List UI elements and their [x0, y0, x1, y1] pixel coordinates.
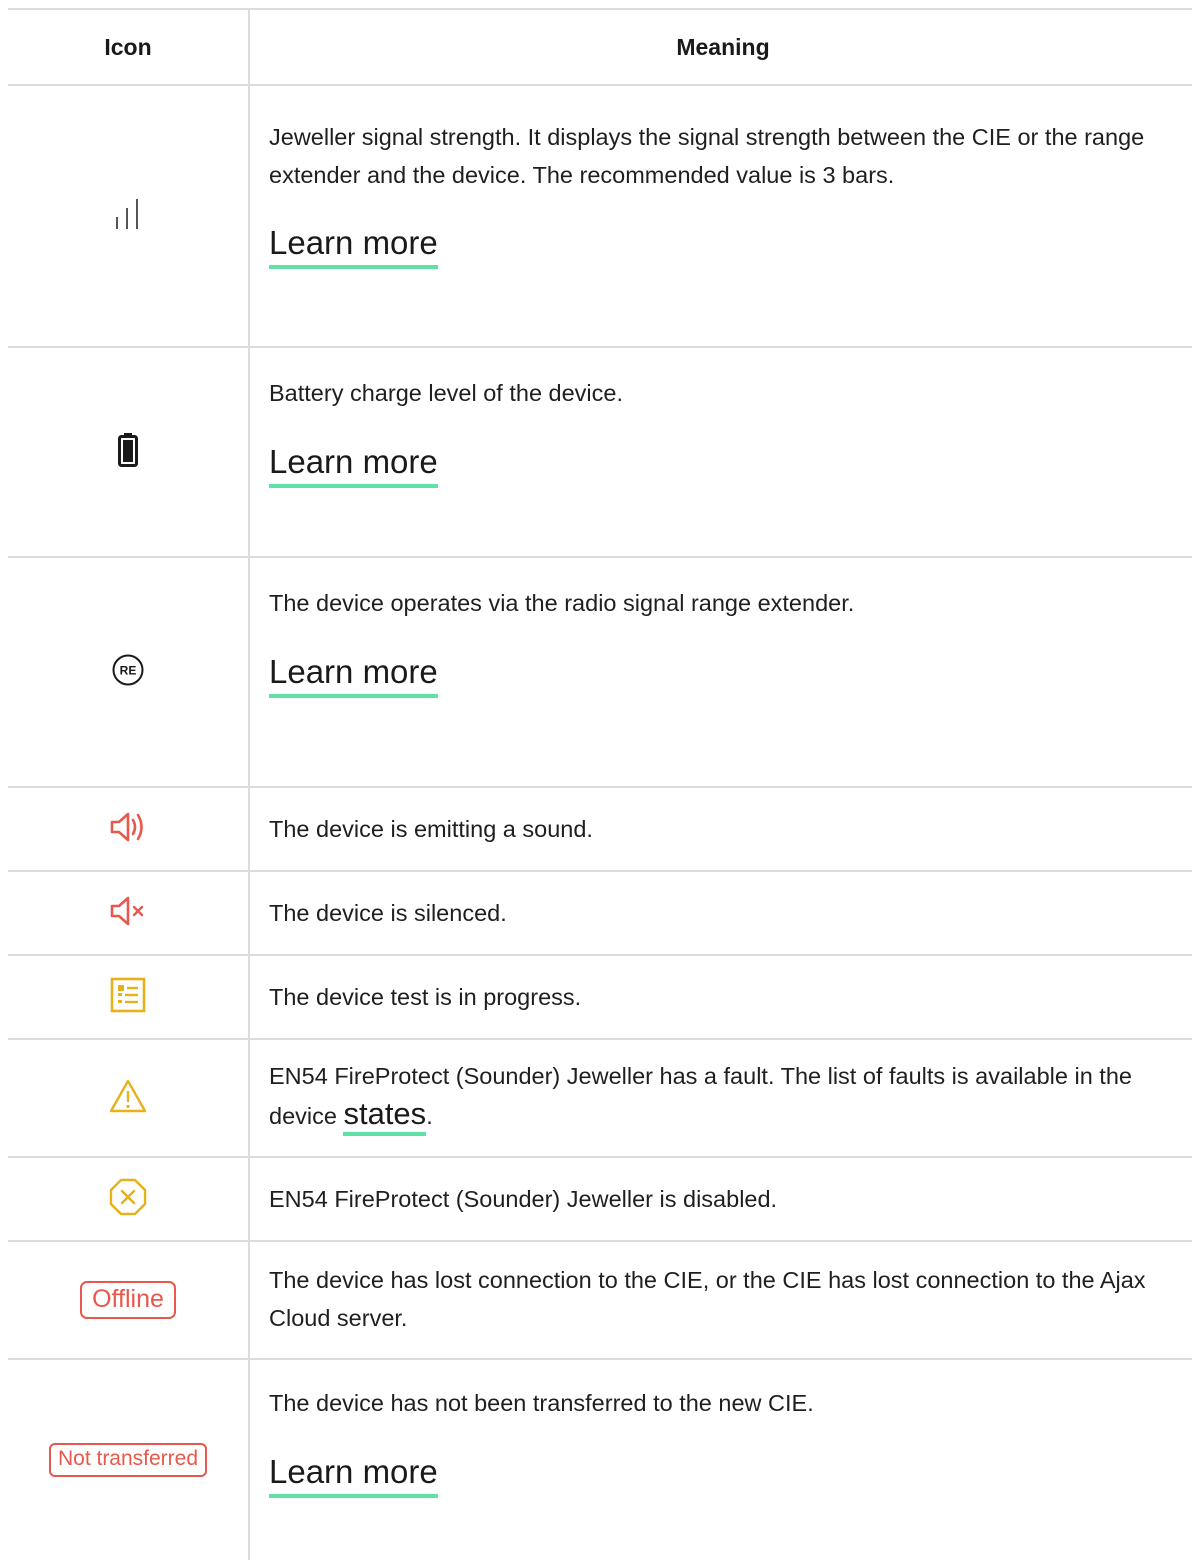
offline-badge: Offline: [80, 1281, 176, 1319]
sound-muted-icon: [109, 894, 147, 933]
table-row: RE The device operates via the radio sig…: [8, 558, 1192, 788]
icon-cell: Not transferred: [8, 1360, 250, 1560]
icon-cell: Offline: [8, 1242, 250, 1358]
icon-cell: RE: [8, 558, 250, 786]
meaning-cell: The device operates via the radio signal…: [250, 558, 1192, 786]
row-text: Battery charge level of the device.: [269, 380, 624, 406]
row-text-suffix: .: [426, 1103, 433, 1129]
table-row: EN54 FireProtect (Sounder) Jeweller is d…: [8, 1158, 1192, 1242]
table-row: Offline The device has lost connection t…: [8, 1242, 1192, 1360]
icon-legend-table: Icon Meaning Jeweller signal strength. I…: [8, 8, 1192, 1560]
icon-cell: [8, 956, 250, 1038]
meaning-cell: Battery charge level of the device. Lear…: [250, 348, 1192, 556]
learn-more-link[interactable]: Learn more: [269, 223, 438, 269]
row-text: The device has not been transferred to t…: [269, 1390, 814, 1416]
icon-cell: [8, 1040, 250, 1156]
meaning-cell: The device test is in progress.: [250, 956, 1192, 1038]
row-text: Jeweller signal strength. It displays th…: [269, 124, 1145, 188]
table-row: Battery charge level of the device. Lear…: [8, 348, 1192, 558]
icon-cell: [8, 872, 250, 954]
icon-cell: [8, 86, 250, 346]
header-meaning-label: Meaning: [676, 33, 770, 60]
learn-more-link[interactable]: Learn more: [269, 652, 438, 698]
not-transferred-badge: Not transferred: [48, 1443, 208, 1477]
row-text: The device operates via the radio signal…: [269, 590, 855, 616]
table-row: The device test is in progress.: [8, 956, 1192, 1040]
sound-on-icon: [109, 810, 147, 849]
table-row: The device is emitting a sound.: [8, 788, 1192, 872]
warning-icon: [108, 1078, 148, 1119]
icon-cell: [8, 1158, 250, 1240]
row-text: EN54 FireProtect (Sounder) Jeweller is d…: [269, 1186, 778, 1212]
meaning-cell: Jeweller signal strength. It displays th…: [250, 86, 1192, 346]
meaning-cell: The device is silenced.: [250, 872, 1192, 954]
table-row: Not transferred The device has not been …: [8, 1360, 1192, 1560]
battery-icon: [118, 432, 138, 472]
icon-cell: [8, 348, 250, 556]
row-text: The device is silenced.: [269, 900, 507, 926]
disabled-icon: [108, 1177, 148, 1222]
learn-more-link[interactable]: Learn more: [269, 1452, 438, 1498]
row-text: EN54 FireProtect (Sounder) Jeweller has …: [269, 1057, 1169, 1136]
signal-strength-icon: [114, 198, 142, 234]
meaning-cell: The device has lost connection to the CI…: [250, 1242, 1192, 1358]
meaning-cell: The device is emitting a sound.: [250, 788, 1192, 870]
row-text: The device is emitting a sound.: [269, 816, 593, 842]
header-icon-label: Icon: [104, 33, 152, 60]
meaning-cell: EN54 FireProtect (Sounder) Jeweller has …: [250, 1040, 1192, 1156]
meaning-cell: The device has not been transferred to t…: [250, 1360, 1192, 1560]
learn-more-link[interactable]: Learn more: [269, 442, 438, 488]
states-link[interactable]: states: [343, 1096, 427, 1136]
table-header: Icon Meaning: [8, 8, 1192, 86]
table-row: The device is silenced.: [8, 872, 1192, 956]
meaning-cell: EN54 FireProtect (Sounder) Jeweller is d…: [250, 1158, 1192, 1240]
header-icon-cell: Icon: [8, 10, 250, 84]
header-meaning-cell: Meaning: [250, 10, 1192, 84]
row-text: The device test is in progress.: [269, 984, 582, 1010]
range-extender-icon: RE: [111, 653, 145, 692]
svg-text:RE: RE: [120, 663, 137, 677]
row-text: The device has lost connection to the CI…: [269, 1267, 1146, 1331]
test-list-icon: [110, 977, 146, 1018]
icon-cell: [8, 788, 250, 870]
table-row: EN54 FireProtect (Sounder) Jeweller has …: [8, 1040, 1192, 1158]
table-row: Jeweller signal strength. It displays th…: [8, 86, 1192, 348]
